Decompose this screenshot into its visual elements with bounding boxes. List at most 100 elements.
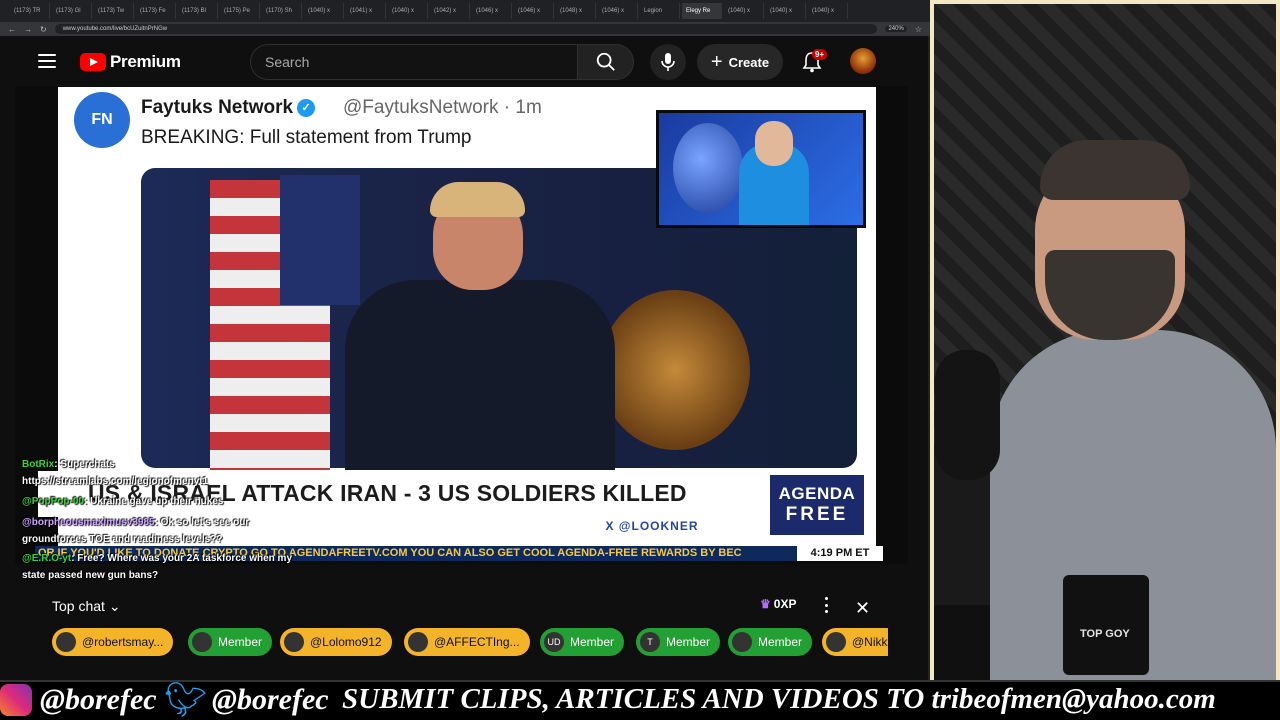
xp-badge[interactable]: ♛ 0XP: [760, 597, 796, 611]
chat-pill[interactable]: @Nikki: [822, 628, 888, 656]
pill-label: Member: [218, 635, 263, 649]
pill-avatar: [826, 632, 846, 652]
reload-icon[interactable]: ↻: [40, 25, 47, 34]
notification-badge: 9+: [812, 49, 828, 60]
faytuks-avatar: FN: [74, 92, 130, 148]
chat-line: https://streamlabs.com/legionofmenyt1: [22, 476, 208, 487]
account-avatar[interactable]: [850, 48, 876, 74]
mug-image: [1063, 575, 1149, 675]
create-label: Create: [728, 54, 770, 70]
chat-user: @borpheousmaximusv3985: [22, 517, 155, 528]
pill-avatar: [408, 632, 428, 652]
streamer-hair: [1040, 140, 1190, 200]
agenda-logo-bottom: FREE: [785, 504, 849, 525]
back-icon[interactable]: ←: [8, 25, 16, 34]
chat-message: : Free? Where was your 2A taskforce when…: [71, 553, 293, 564]
chevron-down-icon: ⌄: [108, 598, 121, 614]
chat-pill[interactable]: @AFFECTIng...: [404, 628, 530, 656]
chat-line: state passed new gun bans?: [22, 570, 158, 581]
picture-in-picture-host: [656, 110, 866, 228]
browser-tab[interactable]: (1173) Gl: [52, 3, 92, 19]
menu-icon[interactable]: [38, 54, 56, 68]
pill-avatar: [284, 632, 304, 652]
instagram-icon: [0, 684, 32, 716]
browser-tab[interactable]: (1046) x: [514, 3, 554, 19]
browser-tab[interactable]: (1173) Fe: [136, 3, 176, 19]
chat-pill[interactable]: Member: [728, 628, 813, 656]
tweet-author-name: Faytuks Network: [141, 97, 294, 118]
screen: (1173) TR (1173) Gl (1173) Tw (1173) Fe (117…: [0, 0, 1280, 720]
chat-line: BotRix: Superchats: [22, 459, 115, 470]
pill-label: @Nikki: [852, 635, 888, 649]
browser-tab[interactable]: (1040) x: [388, 3, 428, 19]
chat-pill[interactable]: Member: [188, 628, 273, 656]
more-options-icon[interactable]: [822, 597, 830, 613]
search-icon: [596, 52, 615, 71]
browser-tab[interactable]: (1041) x: [346, 3, 386, 19]
crown-icon: ♛: [760, 597, 771, 611]
address-bar-row: ← → ↻ www.youtube.com/live/bcUZuitnPrNGw…: [0, 22, 930, 36]
browser-tab[interactable]: (1175) Pe: [220, 3, 260, 19]
url-field[interactable]: www.youtube.com/live/bcUZuitnPrNGw: [54, 24, 878, 34]
chat-line: groundforces TOE and readiness levels??: [22, 534, 222, 545]
zoom-level[interactable]: 240%: [885, 26, 907, 32]
globe-graphic: [673, 123, 743, 213]
verified-icon: ✓: [297, 98, 316, 117]
tab-strip: (1173) TR (1173) Gl (1173) Tw (1173) Fe (117…: [0, 0, 930, 22]
chat-pill[interactable]: T Member: [636, 628, 721, 656]
tweet-author: Faytuks Network ✓: [141, 97, 316, 119]
chat-message: : Superchats: [54, 459, 115, 470]
browser-tab[interactable]: (1042) x: [430, 3, 470, 19]
chat-message: state passed new gun bans?: [22, 570, 159, 581]
tweet-handle: @FaytuksNetwork · 1m: [343, 97, 542, 118]
browser-tab[interactable]: (1048) x: [556, 3, 596, 19]
chat-line: @borpheousmaximusv3985: Ok so let's see …: [22, 517, 249, 528]
browser-tab[interactable]: Legion: [640, 3, 680, 19]
looker-credit: X @LOOKNER: [560, 517, 744, 535]
browser-tab[interactable]: (1040) x: [304, 3, 344, 19]
close-icon[interactable]: ✕: [855, 598, 870, 619]
youtube-logo[interactable]: Premium: [80, 52, 181, 72]
speaker-hair: [430, 182, 525, 217]
chat-pill[interactable]: @robertsmay...: [52, 628, 174, 656]
browser-tab[interactable]: (1040) x: [724, 3, 764, 19]
twitter-bird-icon: 🐦︎: [164, 681, 208, 719]
top-chat-dropdown[interactable]: Top chat ⌄: [52, 598, 121, 615]
pill-avatar: [192, 632, 212, 652]
browser-tab[interactable]: Elegy Re: [682, 3, 722, 19]
mug-text: TOP GOY: [1080, 628, 1130, 640]
chat-pill[interactable]: UD Member: [540, 628, 625, 656]
create-button[interactable]: + Create: [697, 44, 783, 80]
browser-tab[interactable]: (1040) x: [766, 3, 806, 19]
search-input[interactable]: Search: [250, 44, 578, 80]
search-button[interactable]: [578, 44, 634, 80]
chat-user: @PopPop-00: [22, 496, 84, 507]
pill-label: Member: [666, 635, 711, 649]
logo-text: Premium: [110, 52, 181, 71]
pill-label: @AFFECTIng...: [434, 635, 520, 649]
pill-avatar: [732, 632, 752, 652]
chat-message: : Ukraine gave up their nukes: [83, 496, 224, 507]
bookmark-icon[interactable]: ☆: [915, 25, 922, 34]
browser-tab[interactable]: (1046) x: [472, 3, 512, 19]
twitter-handle: @borefec: [212, 683, 329, 716]
tweet-text: BREAKING: Full statement from Trump: [141, 127, 472, 148]
forward-icon[interactable]: →: [24, 25, 32, 34]
browser-tab[interactable]: (1173) Bl: [178, 3, 218, 19]
chat-message: groundforces TOE and readiness levels??: [22, 534, 223, 545]
microphone-image: [935, 350, 1000, 480]
pill-avatar: UD: [544, 632, 564, 652]
instagram-handle: @borefec: [40, 683, 157, 716]
chat-pill[interactable]: @Lolomo912: [280, 628, 392, 656]
browser-tab[interactable]: (1173) Tw: [94, 3, 134, 19]
browser-tab[interactable]: (1170) Sh: [262, 3, 302, 19]
browser-tab[interactable]: (1173) TR: [10, 3, 50, 19]
pill-label: Member: [570, 635, 615, 649]
ticker-time: 4:19 PM ET: [797, 546, 883, 561]
agenda-free-logo: AGENDA FREE: [768, 473, 866, 537]
pill-label: @Lolomo912: [310, 635, 382, 649]
chat-line: @PopPop-00: Ukraine gave up their nukes: [22, 496, 223, 507]
voice-search-button[interactable]: [650, 44, 686, 80]
browser-tab[interactable]: (1040) x: [808, 3, 848, 19]
browser-tab[interactable]: (1046) x: [598, 3, 638, 19]
